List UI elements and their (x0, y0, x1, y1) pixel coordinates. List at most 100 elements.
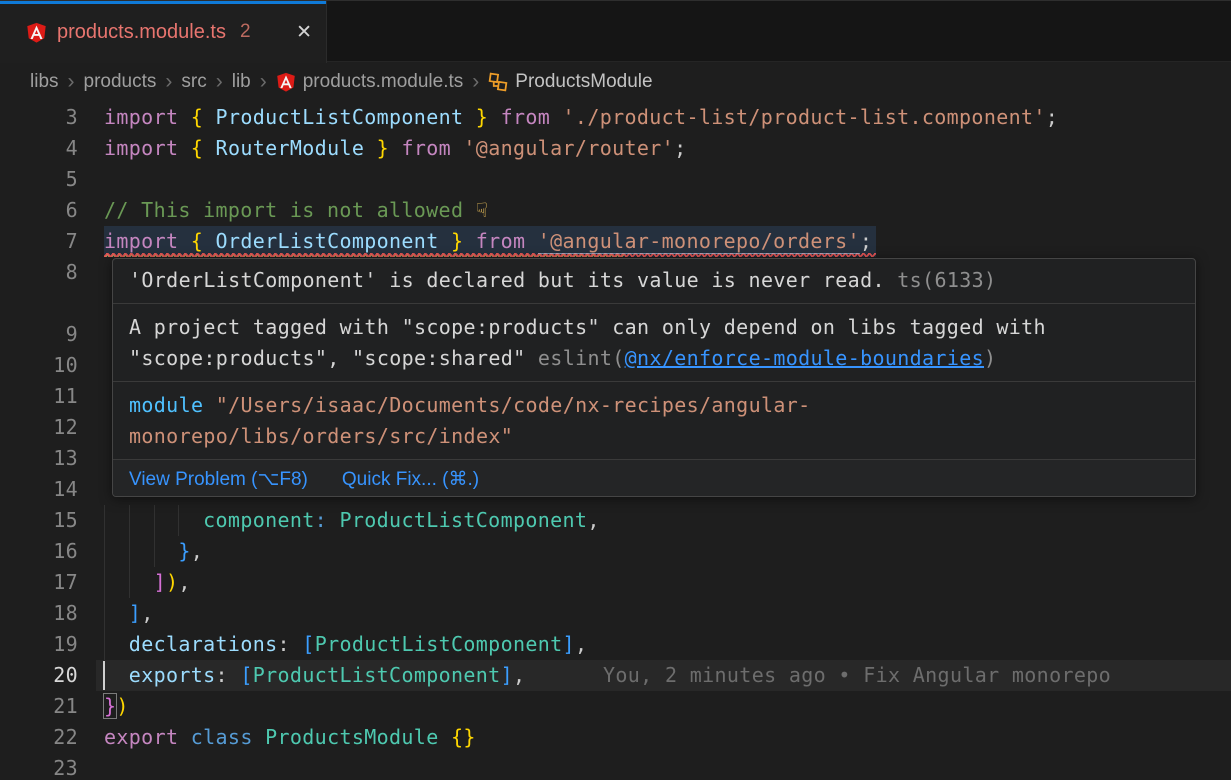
code-line[interactable]: }, (104, 536, 203, 567)
code-token: ; (1046, 105, 1058, 129)
code-token (104, 663, 129, 687)
code-token: from (476, 229, 538, 253)
line-number[interactable]: 23 (0, 753, 78, 780)
code-line[interactable]: // This import is not allowed ☟ (104, 195, 488, 226)
code-token: RouterModule (216, 136, 365, 160)
eslint-error-line2: "scope:products", "scope:shared" eslint(… (129, 343, 1179, 374)
code-token (104, 601, 129, 625)
module-path-line2: monorepo/libs/orders/src/index" (129, 421, 1179, 452)
chevron-right-icon: › (68, 70, 75, 94)
git-blame-annotation: You, 2 minutes ago • Fix Angular monorep… (603, 660, 1111, 691)
code-token: import (104, 229, 191, 253)
line-number[interactable]: 16 (0, 536, 78, 567)
line-number[interactable]: 22 (0, 722, 78, 753)
code-token: } (463, 105, 500, 129)
code-line[interactable]: }) (104, 691, 129, 722)
code-token: { (191, 229, 216, 253)
chevron-right-icon: › (472, 70, 479, 94)
line-number[interactable]: 21 (0, 691, 78, 722)
code-token (104, 508, 203, 532)
breadcrumb-item-libs[interactable]: libs (30, 71, 59, 93)
code-line[interactable]: declarations: [ProductListComponent], (104, 629, 587, 660)
code-token: ] (154, 570, 166, 594)
angular-file-icon (26, 22, 47, 43)
code-line[interactable]: ], (104, 598, 154, 629)
line-number[interactable]: 4 (0, 133, 78, 164)
code-token: , (513, 663, 525, 687)
code-token: export (104, 725, 191, 749)
code-line[interactable]: component: ProductListComponent, (104, 505, 600, 536)
code-token: ProductsModule (265, 725, 451, 749)
code-token: ProductListComponent (315, 632, 563, 656)
code-token: ) (166, 570, 178, 594)
line-number[interactable]: 9 (0, 319, 78, 350)
breadcrumb-item-products[interactable]: products (84, 71, 157, 93)
line-number[interactable]: 5 (0, 164, 78, 195)
line-number[interactable]: 13 (0, 443, 78, 474)
code-token: [ (240, 663, 252, 687)
tab-products-module[interactable]: products.module.ts 2 ✕ (0, 1, 327, 63)
line-number[interactable]: 18 (0, 598, 78, 629)
code-token: ; (860, 229, 872, 253)
module-path-part1: "/Users/isaac/Documents/code/nx-recipes/… (216, 393, 811, 417)
module-keyword: module (129, 393, 216, 417)
code-editor[interactable]: 345678 91011121314151617181920212223 impo… (0, 100, 1231, 780)
code-token (104, 632, 129, 656)
code-line[interactable]: export class ProductsModule {} (104, 722, 476, 753)
line-number[interactable]: 8 (0, 257, 78, 288)
code-line[interactable]: ]), (104, 567, 191, 598)
ts-error-code-value: ts(6133) (897, 268, 996, 292)
bracket-match: } (104, 694, 116, 718)
eslint-source-suffix: ) (984, 346, 996, 370)
module-path-info: module "/Users/isaac/Documents/code/nx-r… (113, 381, 1195, 459)
close-icon[interactable]: ✕ (296, 23, 312, 42)
breadcrumb-item-symbol[interactable]: ProductsModule (515, 71, 652, 93)
code-line[interactable]: exports: [ProductListComponent],You, 2 m… (104, 660, 525, 691)
line-number[interactable]: 14 (0, 474, 78, 505)
code-token: ProductListComponent (339, 508, 587, 532)
code-token: { (191, 136, 216, 160)
line-number[interactable]: 17 (0, 567, 78, 598)
line-number[interactable]: 7 (0, 226, 78, 257)
chevron-right-icon: › (260, 70, 267, 94)
eslint-source-prefix: eslint( (538, 346, 625, 370)
code-line[interactable]: import { OrderListComponent } from '@ang… (104, 226, 872, 257)
code-token: : (315, 508, 327, 532)
line-number[interactable]: 10 (0, 350, 78, 381)
code-token: ; (674, 136, 686, 160)
line-number[interactable] (0, 288, 78, 319)
tab-problem-count: 2 (240, 21, 251, 43)
ts-error-code (885, 268, 897, 292)
code-token: declarations (129, 632, 278, 656)
angular-file-icon (276, 72, 296, 92)
code-token: exports (129, 663, 216, 687)
view-problem-link[interactable]: View Problem (⌥F8) (129, 468, 308, 491)
quick-fix-link[interactable]: Quick Fix... (⌘.) (342, 468, 479, 491)
breadcrumb-item-src[interactable]: src (181, 71, 206, 93)
line-number[interactable]: 6 (0, 195, 78, 226)
line-number[interactable]: 11 (0, 381, 78, 412)
code-token: // This import is not allowed (104, 198, 476, 222)
breadcrumb-item-file[interactable]: products.module.ts (303, 71, 464, 93)
line-number[interactable]: 15 (0, 505, 78, 536)
code-token: , (141, 601, 153, 625)
line-number[interactable]: 19 (0, 629, 78, 660)
eslint-error-line2-text: "scope:products", "scope:shared" (129, 346, 538, 370)
line-number[interactable]: 20 (0, 660, 78, 691)
nx-rule-link[interactable]: @nx/enforce-module-boundaries (625, 346, 984, 370)
line-number[interactable]: 3 (0, 102, 78, 133)
eslint-error-line1: A project tagged with "scope:products" c… (129, 312, 1179, 343)
code-token: { (191, 105, 216, 129)
code-line[interactable]: import { RouterModule } from '@angular/r… (104, 133, 686, 164)
tab-title: products.module.ts (57, 21, 226, 44)
code-token: ] (501, 663, 513, 687)
code-line[interactable]: import { ProductListComponent } from './… (104, 102, 1058, 133)
breadcrumb-item-lib[interactable]: lib (232, 71, 251, 93)
line-number[interactable]: 12 (0, 412, 78, 443)
code-token: } (439, 229, 476, 253)
code-token (104, 539, 178, 563)
code-token: class (191, 725, 265, 749)
code-token: , (191, 539, 203, 563)
code-token: ☟ (476, 198, 489, 222)
module-path-line1: module "/Users/isaac/Documents/code/nx-r… (129, 390, 1179, 421)
